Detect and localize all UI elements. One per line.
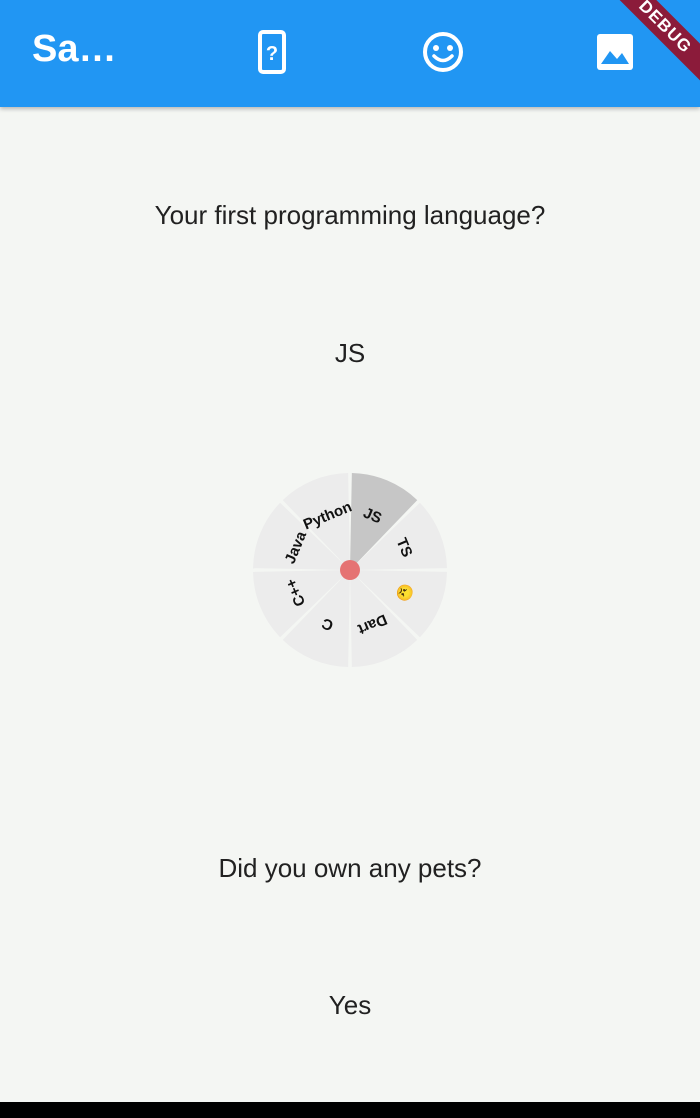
app-title: Sam… [32,28,142,70]
help-phone-icon[interactable]: ? [250,30,294,74]
smiley-face-icon[interactable] [421,30,465,74]
image-icon[interactable] [593,30,637,74]
answer-pets: Yes [328,990,372,1020]
app-bar: Sam… ? DEBUG [0,0,700,107]
question-first-language: Your first programming language? [154,200,546,230]
answer-first-language: JS [334,338,366,368]
svg-text:?: ? [266,43,278,65]
question-pets: Did you own any pets? [218,853,482,883]
language-wheel[interactable]: JS TS 😠 Dart C C++ Java Python [250,470,450,670]
wheel-center-dot [340,560,360,580]
system-nav-bar [0,1102,700,1118]
